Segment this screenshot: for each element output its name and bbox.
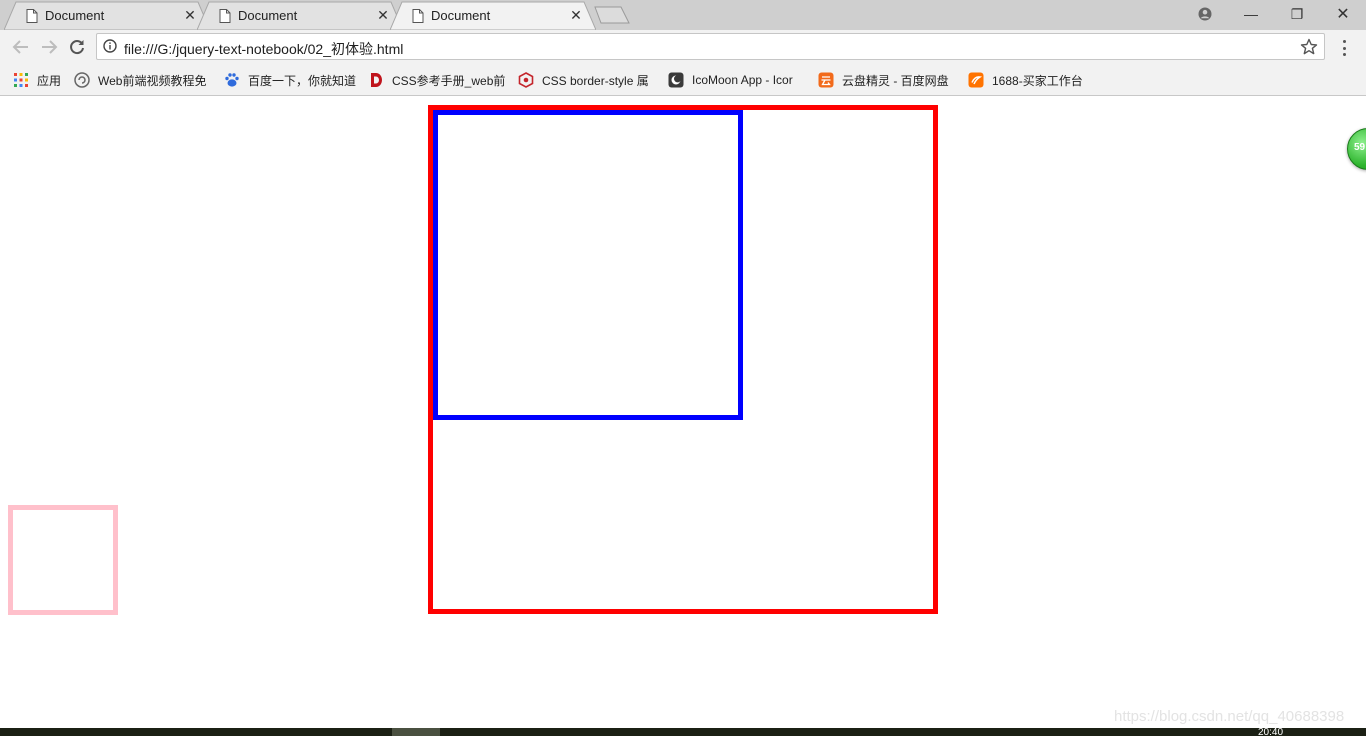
bookmark-label: CSS参考手册_web前 [392, 73, 506, 88]
taskbar-clock: 20:40 [1258, 728, 1284, 736]
page-icon [26, 8, 38, 23]
css-manual-icon [368, 72, 384, 88]
w3school-icon [518, 72, 534, 88]
browser-menu-button[interactable] [1336, 38, 1352, 58]
bookmark-label: 百度一下，你就知道 [248, 73, 357, 88]
tab-strip: Document ✕ Document ✕ Document ✕ — ❐ ✕ [0, 0, 1366, 30]
bookmark-label: IcoMoon App - Icor [692, 73, 793, 87]
bookmark-label: 1688-买家工作台 [992, 73, 1083, 88]
csdn-watermark: https://blog.csdn.net/qq_40688398 [1114, 708, 1345, 725]
tab-document-1[interactable]: Document ✕ [4, 1, 210, 30]
bookmarks-bar: 应用 Web前端视频教程免 百度一下，你就知道 CSS参考手册_web前 CSS… [0, 64, 1366, 96]
bookmark-web-course[interactable]: Web前端视频教程免 [74, 71, 212, 89]
alibaba-1688-icon [968, 72, 984, 88]
tab-title: Document [238, 8, 298, 23]
bookmark-baidu[interactable]: 百度一下，你就知道 [224, 71, 360, 89]
address-bar[interactable]: file:///G:/jquery-text-notebook/02_初体验.h… [96, 33, 1325, 60]
bookmark-label: 应用 [37, 73, 62, 88]
forward-arrow-icon [42, 40, 58, 54]
tab-title: Document [45, 8, 105, 23]
blue-inner-box [433, 110, 743, 420]
bookmark-css-border-style[interactable]: CSS border-style 属 [518, 71, 656, 89]
maximize-button[interactable]: ❐ [1274, 0, 1320, 28]
floating-extension-badge[interactable]: 59 [1347, 128, 1366, 170]
yunpan-icon [818, 72, 834, 88]
back-arrow-icon [12, 40, 28, 54]
tab-document-active[interactable]: Document ✕ [390, 1, 596, 30]
bookmark-label: CSS border-style 属 [542, 73, 649, 88]
forward-button[interactable] [39, 37, 59, 57]
minimize-button[interactable]: — [1228, 0, 1274, 28]
taskbar-active-app[interactable] [392, 728, 440, 736]
web-course-icon [74, 72, 90, 88]
tab-title: Document [431, 8, 491, 23]
profile-icon[interactable] [1182, 0, 1228, 28]
page-icon [412, 8, 424, 23]
browser-toolbar: file:///G:/jquery-text-notebook/02_初体验.h… [0, 30, 1366, 64]
page-viewport: 59 https://blog.csdn.net/qq_40688398 [0, 96, 1366, 728]
close-tab-icon[interactable]: ✕ [375, 7, 391, 24]
url-text[interactable]: file:///G:/jquery-text-notebook/02_初体验.h… [124, 39, 403, 59]
baidu-paw-icon [224, 72, 240, 88]
pink-box [8, 505, 118, 615]
bookmark-css-manual[interactable]: CSS参考手册_web前 [368, 71, 508, 89]
info-icon[interactable] [103, 39, 117, 53]
bookmark-label: 云盘精灵 - 百度网盘 [842, 73, 949, 88]
reload-icon [70, 40, 84, 55]
back-button[interactable] [11, 37, 31, 57]
bookmark-label: Web前端视频教程免 [98, 73, 207, 88]
bookmark-apps[interactable]: 应用 [13, 71, 65, 89]
bookmark-icomoon[interactable]: IcoMoon App - Icor [668, 71, 806, 89]
close-window-button[interactable]: ✕ [1320, 0, 1366, 28]
apps-grid-icon [13, 72, 29, 88]
tab-document-2[interactable]: Document ✕ [197, 1, 403, 30]
close-tab-icon[interactable]: ✕ [182, 7, 198, 24]
os-taskbar: 20:40 [0, 728, 1366, 736]
star-icon[interactable] [1300, 38, 1318, 56]
page-icon [219, 8, 231, 23]
new-tab-button[interactable] [594, 5, 630, 25]
icomoon-icon [668, 72, 684, 88]
reload-button[interactable] [67, 37, 87, 57]
bookmark-yunpan[interactable]: 云盘精灵 - 百度网盘 [818, 71, 958, 89]
extension-badge-count: 59 [1354, 142, 1366, 153]
bookmark-1688[interactable]: 1688-买家工作台 [968, 71, 1090, 89]
close-tab-icon[interactable]: ✕ [568, 7, 584, 24]
